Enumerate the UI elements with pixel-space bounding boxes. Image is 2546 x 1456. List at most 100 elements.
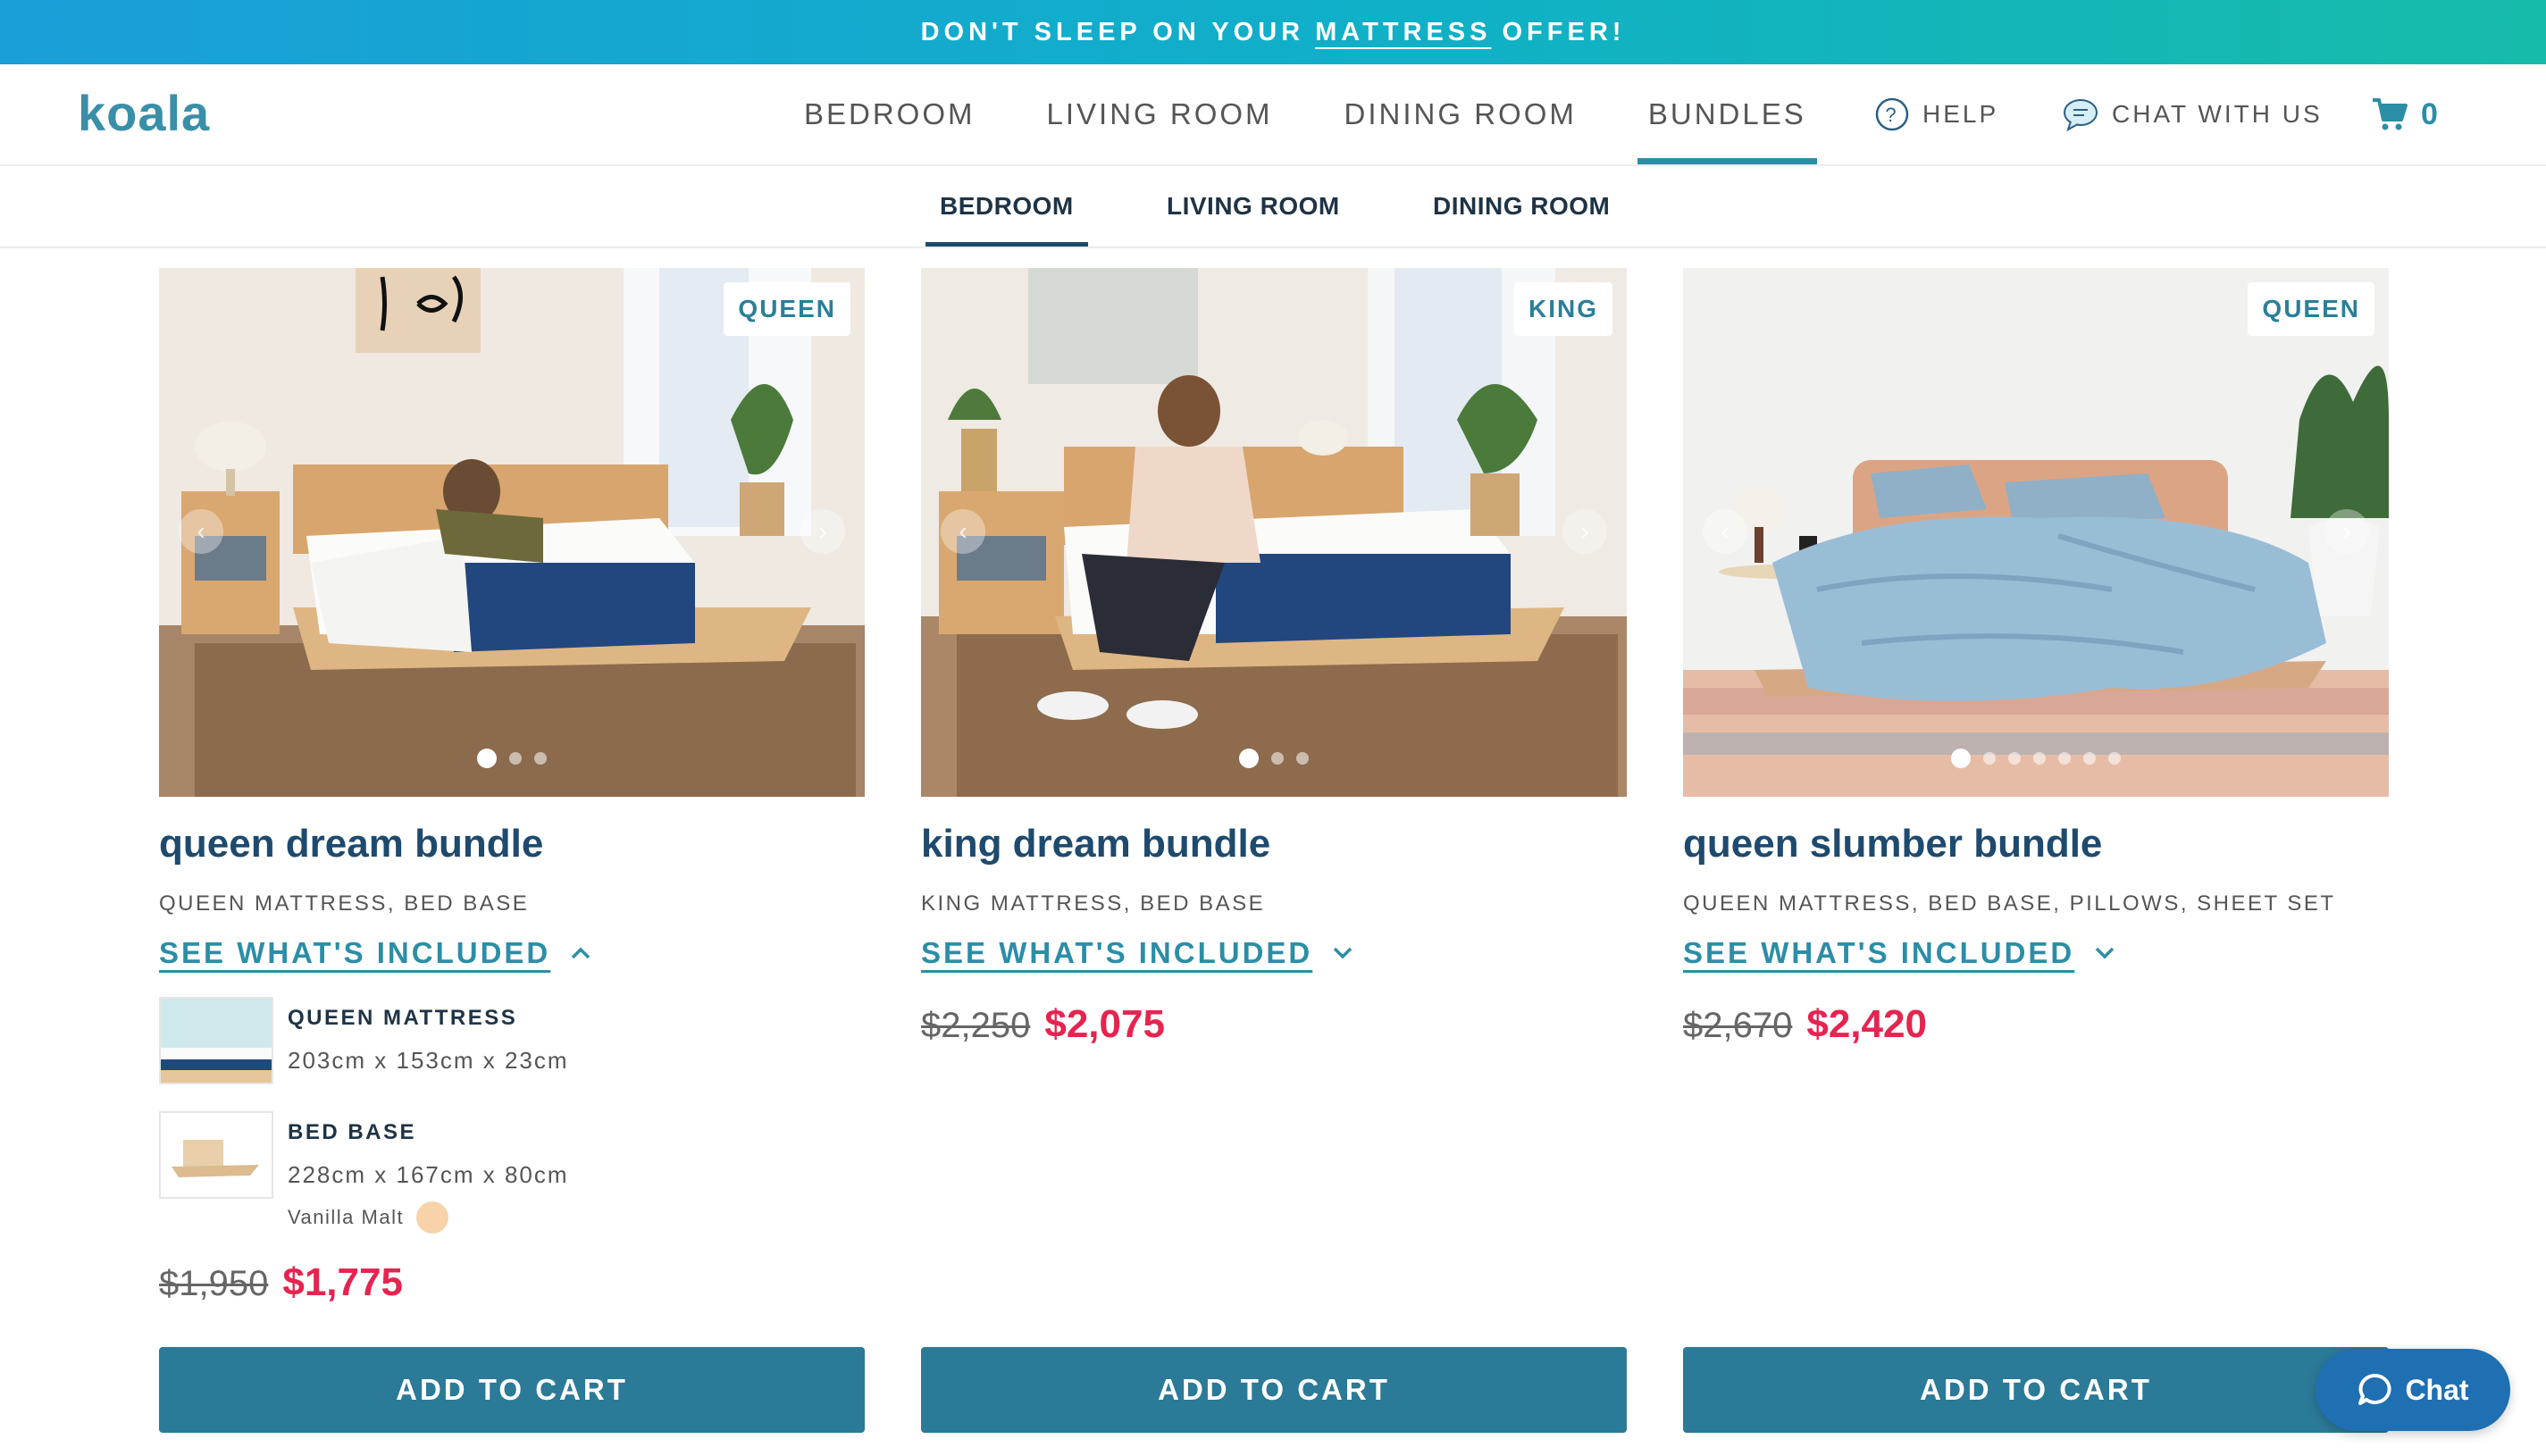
prev-image-button[interactable]: ‹ (1703, 509, 1747, 554)
original-price: $2,250 (921, 1006, 1031, 1045)
see-whats-included-label: SEE WHAT'S INCLUDED (1683, 936, 2075, 969)
product-image-carousel[interactable]: KING ‹ › (921, 268, 1627, 797)
koala-logo[interactable]: koala (78, 84, 210, 142)
cart-icon (2373, 98, 2408, 130)
product-contents: KING MATTRESS, BED BASE (921, 891, 1266, 916)
chat-widget-button[interactable]: Chat (2316, 1349, 2510, 1431)
bed-base-thumbnail (159, 1111, 273, 1199)
chat-icon (2358, 1373, 2392, 1405)
sale-price: $1,775 (282, 1260, 403, 1304)
chevron-up-icon (572, 947, 590, 959)
help-link[interactable]: ? HELP (1874, 64, 1998, 164)
chat-with-us-label: CHAT WITH US (2112, 100, 2323, 128)
site-header: koala BEDROOM LIVING ROOM DINING ROOM BU… (0, 64, 2546, 166)
included-items-list: QUEEN MATTRESS 203cm x 153cm x 23cm BED … (159, 997, 865, 1234)
see-whats-included-toggle[interactable]: SEE WHAT'S INCLUDED (1683, 936, 2389, 970)
main-nav: BEDROOM LIVING ROOM DINING ROOM BUNDLES (786, 64, 1860, 164)
size-badge: QUEEN (724, 282, 850, 336)
nav-living-room[interactable]: LIVING ROOM (1029, 64, 1291, 164)
carousel-dots (1683, 749, 2389, 768)
subnav-living-room[interactable]: LIVING ROOM (1167, 166, 1340, 247)
promo-banner: DON'T SLEEP ON YOUR MATTRESS OFFER! (0, 0, 2546, 64)
size-badge: KING (1514, 282, 1612, 336)
see-whats-included-label: SEE WHAT'S INCLUDED (159, 936, 551, 969)
add-to-cart-button[interactable]: ADD TO CART (1683, 1347, 2389, 1433)
original-price: $1,950 (159, 1264, 269, 1303)
carousel-dots (921, 749, 1627, 768)
carousel-dot[interactable] (534, 752, 547, 765)
help-icon: ? (1875, 97, 1909, 131)
prev-image-button[interactable]: ‹ (941, 509, 985, 554)
product-title[interactable]: king dream bundle (921, 822, 1627, 866)
carousel-dot[interactable] (1951, 749, 1971, 768)
product-contents: QUEEN MATTRESS, BED BASE, PILLOWS, SHEET… (1683, 891, 2336, 916)
price-row: $2,250 $2,075 (921, 1002, 1627, 1047)
chat-bubble-icon (2064, 99, 2098, 132)
sale-price: $2,420 (1806, 1002, 1927, 1046)
nav-dining-room[interactable]: DINING ROOM (1327, 64, 1595, 164)
add-to-cart-button[interactable]: ADD TO CART (159, 1347, 865, 1433)
price-row: $1,950 $1,775 (159, 1260, 865, 1305)
included-item-color: Vanilla Malt (288, 1201, 569, 1234)
color-swatch (416, 1201, 449, 1234)
price-row: $2,670 $2,420 (1683, 1002, 2389, 1047)
sub-nav: BEDROOM LIVING ROOM DINING ROOM (0, 166, 2546, 248)
see-whats-included-toggle[interactable]: SEE WHAT'S INCLUDED (159, 936, 865, 970)
product-image-carousel[interactable]: QUEEN ‹ › (1683, 268, 2389, 797)
cart-link[interactable]: 0 (2371, 64, 2441, 164)
product-photo (159, 268, 865, 797)
next-image-button[interactable]: › (2324, 509, 2369, 554)
product-photo (1683, 268, 2389, 797)
product-card: QUEEN ‹ › queen dream bundle QUEEN MATTR… (159, 268, 865, 1305)
product-card: KING ‹ › king dream bundle KING MATTRESS… (921, 268, 1627, 1047)
promo-text-after: OFFER! (1502, 17, 1626, 46)
product-image-carousel[interactable]: QUEEN ‹ › (159, 268, 865, 797)
product-contents: QUEEN MATTRESS, BED BASE (159, 891, 530, 916)
next-image-button[interactable]: › (800, 509, 845, 554)
carousel-dot[interactable] (509, 752, 522, 765)
chevron-down-icon (1334, 947, 1353, 959)
product-card: QUEEN ‹ › queen slumber bundle QUEEN MAT… (1683, 268, 2389, 1047)
cart-count: 0 (2421, 96, 2441, 131)
prev-image-button[interactable]: ‹ (179, 509, 223, 554)
next-image-button[interactable]: › (1562, 509, 1607, 554)
carousel-dot[interactable] (2033, 752, 2046, 765)
product-photo (921, 268, 1627, 797)
carousel-dot[interactable] (2058, 752, 2071, 765)
svg-text:?: ? (1885, 104, 1898, 126)
included-item-dimensions: 228cm x 167cm x 80cm (288, 1161, 569, 1188)
mattress-thumbnail (159, 997, 273, 1084)
carousel-dots (159, 749, 865, 768)
included-item: BED BASE 228cm x 167cm x 80cm Vanilla Ma… (159, 1111, 865, 1234)
see-whats-included-toggle[interactable]: SEE WHAT'S INCLUDED (921, 936, 1627, 970)
carousel-dot[interactable] (1296, 752, 1309, 765)
included-item-name: BED BASE (288, 1120, 417, 1144)
product-title[interactable]: queen slumber bundle (1683, 822, 2389, 866)
carousel-dot[interactable] (1239, 749, 1259, 768)
nav-bundles[interactable]: BUNDLES (1630, 64, 1824, 164)
carousel-dot[interactable] (2008, 752, 2021, 765)
product-title[interactable]: queen dream bundle (159, 822, 865, 866)
included-item-dimensions: 203cm x 153cm x 23cm (288, 1047, 569, 1074)
sale-price: $2,075 (1044, 1002, 1165, 1046)
subnav-bedroom[interactable]: BEDROOM (925, 166, 1088, 247)
size-badge: QUEEN (2248, 282, 2374, 336)
chat-with-us-link[interactable]: CHAT WITH US (2062, 64, 2323, 164)
carousel-dot[interactable] (1271, 752, 1284, 765)
chevron-down-icon (2096, 947, 2115, 959)
subnav-dining-room[interactable]: DINING ROOM (1433, 166, 1610, 247)
nav-bedroom[interactable]: BEDROOM (786, 64, 993, 164)
carousel-dot[interactable] (477, 749, 497, 768)
see-whats-included-label: SEE WHAT'S INCLUDED (921, 936, 1313, 969)
color-name: Vanilla Malt (288, 1206, 405, 1228)
carousel-dot[interactable] (2083, 752, 2096, 765)
included-item: QUEEN MATTRESS 203cm x 153cm x 23cm (159, 997, 865, 1084)
add-to-cart-button[interactable]: ADD TO CART (921, 1347, 1627, 1433)
original-price: $2,670 (1683, 1006, 1793, 1045)
carousel-dot[interactable] (2108, 752, 2121, 765)
promo-mattress-link[interactable]: MATTRESS (1315, 18, 1491, 47)
chat-widget-label: Chat (2405, 1373, 2469, 1406)
help-label: HELP (1922, 100, 1999, 128)
promo-text-before: DON'T SLEEP ON YOUR (920, 17, 1305, 46)
carousel-dot[interactable] (1983, 752, 1996, 765)
